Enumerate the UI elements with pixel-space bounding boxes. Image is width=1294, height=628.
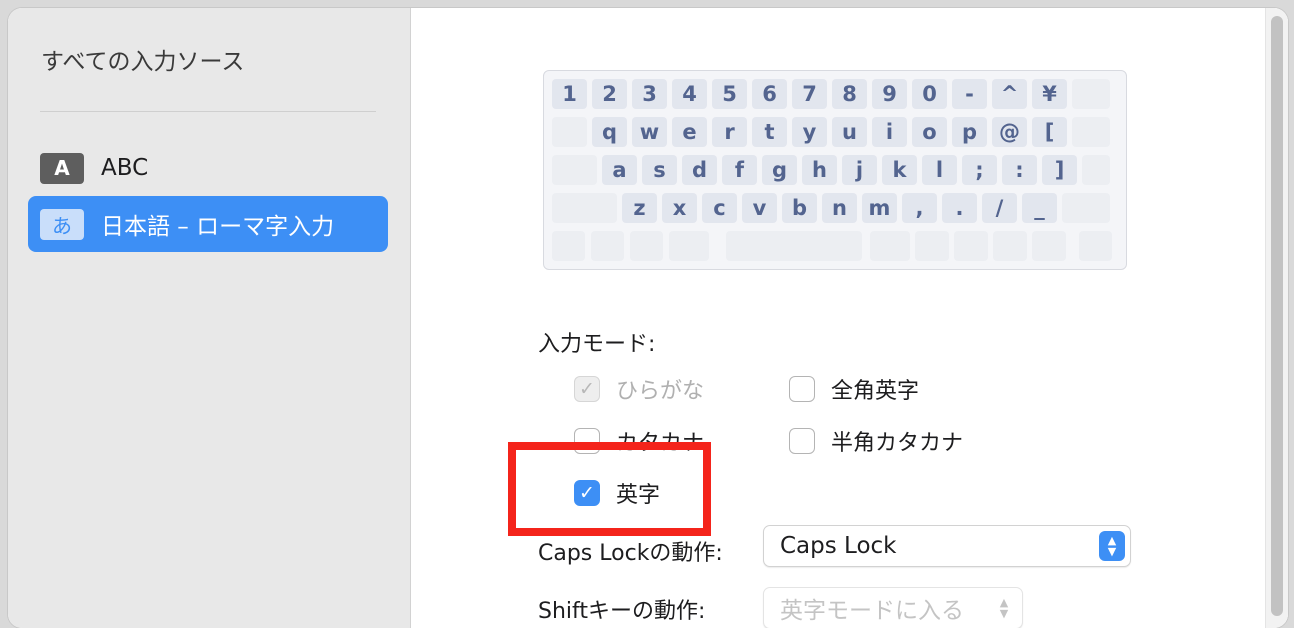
hiragana-checkbox: ✓ (574, 376, 600, 402)
input-source-japanese[interactable]: あ 日本語 – ローマ字入力 (28, 196, 388, 252)
hankaku-katakana-checkbox[interactable] (789, 428, 815, 454)
keyboard-key: y (792, 117, 827, 147)
keyboard-key: z (622, 193, 657, 223)
popup-arrows-icon: ▲ ▼ (999, 596, 1009, 620)
keyboard-key: i (872, 117, 907, 147)
keyboard-key: 9 (872, 79, 907, 109)
keyboard-key-blank (1032, 231, 1066, 261)
keyboard-key: r (712, 117, 747, 147)
zenkaku-eiji-label: 全角英字 (831, 379, 920, 404)
hiragana-label: ひらがな (616, 379, 705, 404)
keyboard-key: x (662, 193, 697, 223)
keyboard-key: / (982, 193, 1017, 223)
keyboard-key: t (752, 117, 787, 147)
keyboard-key-blank (669, 231, 709, 261)
keyboard-key: [ (1032, 117, 1067, 147)
keyboard-key-blank (726, 231, 862, 261)
caps-lock-value: Caps Lock (780, 533, 897, 559)
keyboard-key-blank (915, 231, 949, 261)
sidebar: すべての入力ソース A ABC あ 日本語 – ローマ字入力 (8, 8, 411, 628)
input-source-label: 日本語 – ローマ字入力 (101, 214, 335, 240)
keyboard-key: w (632, 117, 667, 147)
hankaku-katakana-label: 半角カタカナ (831, 431, 964, 456)
keyboard-key: , (902, 193, 937, 223)
keyboard-key: q (592, 117, 627, 147)
keyboard-key: ; (962, 155, 997, 185)
keyboard-key: h (802, 155, 837, 185)
annotation-highlight-box (508, 442, 711, 536)
keyboard-key: l (922, 155, 957, 185)
keyboard-key: . (942, 193, 977, 223)
keyboard-key: 3 (632, 79, 667, 109)
keyboard-key: ¥ (1032, 79, 1067, 109)
popup-arrows-icon: ▲ ▼ (1099, 531, 1125, 561)
zenkaku-eiji-checkbox[interactable] (789, 376, 815, 402)
keyboard-key: e (672, 117, 707, 147)
preferences-window: すべての入力ソース A ABC あ 日本語 – ローマ字入力 123456789… (8, 8, 1288, 628)
keyboard-key: f (722, 155, 757, 185)
input-mode-title: 入力モード: (538, 332, 656, 357)
keyboard-key: o (912, 117, 947, 147)
abc-badge-icon: A (40, 152, 84, 184)
keyboard-key-blank (1082, 155, 1110, 185)
keyboard-key-blank (870, 231, 910, 261)
keyboard-key: : (1002, 155, 1037, 185)
keyboard-key: m (862, 193, 897, 223)
input-source-abc[interactable]: A ABC (28, 140, 388, 196)
keyboard-key: s (642, 155, 677, 185)
keyboard-layout-preview: 1 2 3 4 5 6 7 8 9 0- ^ ¥ q w e r t y u i o p @[ a s d f g h j k l;:] z x c… (543, 70, 1127, 270)
keyboard-key: p (952, 117, 987, 147)
scrollbar-thumb[interactable] (1271, 16, 1283, 616)
hankaku-katakana-option[interactable]: 半角カタカナ (789, 425, 963, 457)
keyboard-key: ] (1042, 155, 1077, 185)
keyboard-key: - (952, 79, 987, 109)
keyboard-key-blank (1079, 231, 1112, 261)
keyboard-key: a (602, 155, 637, 185)
keyboard-key: 2 (592, 79, 627, 109)
keyboard-key: n (822, 193, 857, 223)
keyboard-key-blank (954, 231, 988, 261)
caps-lock-popup[interactable]: Caps Lock ▲ ▼ (763, 525, 1131, 567)
keyboard-key-blank (1072, 117, 1110, 147)
keyboard-key: 4 (672, 79, 707, 109)
keyboard-key: 7 (792, 79, 827, 109)
keyboard-key-blank (1072, 79, 1110, 109)
shift-label: Shiftキーの動作: (538, 599, 706, 624)
keyboard-key-blank (1062, 193, 1110, 223)
zenkaku-eiji-option[interactable]: 全角英字 (789, 373, 919, 405)
keyboard-key-blank (591, 231, 624, 261)
keyboard-key: 5 (712, 79, 747, 109)
keyboard-key-blank (993, 231, 1027, 261)
keyboard-key: j (842, 155, 877, 185)
keyboard-key: u (832, 117, 867, 147)
keyboard-key: g (762, 155, 797, 185)
shift-popup: 英字モードに入る ▲ ▼ (763, 587, 1023, 628)
keyboard-key: 0 (912, 79, 947, 109)
keyboard-key-blank (552, 117, 587, 147)
sidebar-divider (40, 111, 376, 112)
keyboard-key: @ (992, 117, 1027, 147)
keyboard-key: 1 (552, 79, 587, 109)
input-source-label: ABC (101, 155, 149, 181)
keyboard-key: 6 (752, 79, 787, 109)
keyboard-key: d (682, 155, 717, 185)
keyboard-key: v (742, 193, 777, 223)
keyboard-key-blank (552, 231, 585, 261)
scrollbar[interactable] (1265, 8, 1288, 628)
keyboard-key: 8 (832, 79, 867, 109)
keyboard-key: ^ (992, 79, 1027, 109)
keyboard-key: k (882, 155, 917, 185)
sidebar-header: すべての入力ソース (41, 49, 245, 75)
keyboard-key-blank (630, 231, 663, 261)
keyboard-key: _ (1022, 193, 1057, 223)
hiragana-badge-icon: あ (40, 208, 84, 240)
keyboard-key: c (702, 193, 737, 223)
shift-value: 英字モードに入る (780, 598, 964, 624)
caps-lock-label: Caps Lockの動作: (538, 541, 723, 566)
hiragana-option: ✓ ひらがな (574, 373, 704, 405)
keyboard-key-blank (552, 155, 597, 185)
main-panel: 1 2 3 4 5 6 7 8 9 0- ^ ¥ q w e r t y u i o p @[ a s d f g h j k l;:] z x c… (411, 8, 1288, 628)
keyboard-key-blank (552, 193, 617, 223)
keyboard-key: b (782, 193, 817, 223)
